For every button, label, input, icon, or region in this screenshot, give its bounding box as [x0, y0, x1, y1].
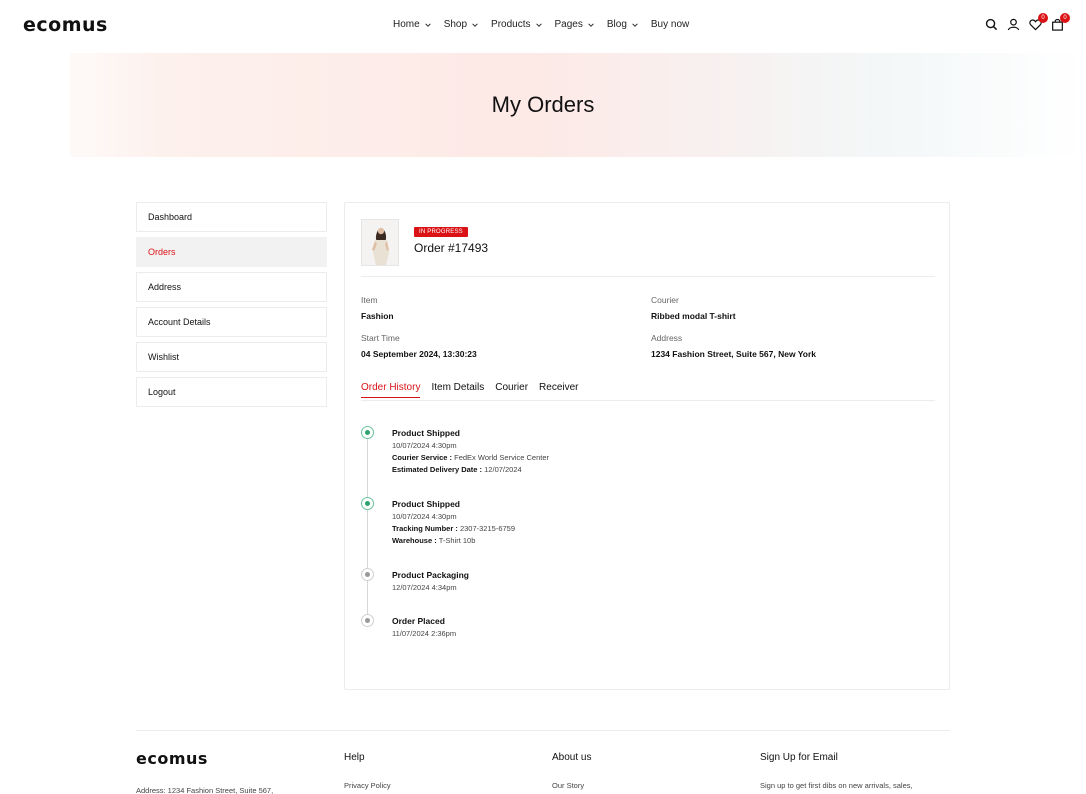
- item-value: Fashion: [361, 311, 394, 321]
- courier-label: Courier: [651, 295, 679, 305]
- nav-item-label: Products: [491, 19, 531, 30]
- start-time-value: 04 September 2024, 13:30:23: [361, 349, 477, 359]
- detail-label: Estimated Delivery Date :: [392, 465, 483, 474]
- footer-signup-text: Sign up to get first dibs on new arrival…: [760, 781, 913, 790]
- detail-value: 2307-3215-6759: [459, 524, 516, 533]
- nav-item-label: Shop: [443, 19, 468, 30]
- timeline-step-detail: Tracking Number : 2307-3215-6759: [392, 524, 515, 533]
- timeline-step-detail: Courier Service : FedEx World Service Ce…: [392, 453, 549, 462]
- detail-label: Courier Service :: [392, 453, 453, 462]
- chevron-down-icon: [632, 22, 638, 27]
- divider: [361, 400, 935, 401]
- chevron-down-icon: [535, 22, 542, 27]
- order-status-badge: IN PROGRESS: [414, 227, 468, 237]
- order-detail-card: IN PROGRESS Order #17493 Item Fashion Co…: [344, 202, 950, 690]
- item-label: Item: [361, 295, 378, 305]
- page-title: My Orders: [491, 92, 595, 117]
- order-number: Order #17493: [414, 241, 489, 255]
- timeline-step-detail: Estimated Delivery Date : 12/07/2024: [392, 465, 522, 474]
- timeline-step-time: 12/07/2024 4:34pm: [392, 583, 457, 592]
- footer-address: Address: 1234 Fashion Street, Suite 567,: [136, 786, 274, 794]
- timeline-step-title: Product Shipped: [392, 428, 460, 438]
- chevron-down-icon: [424, 22, 431, 27]
- timeline-step-time: 10/07/2024 4:30pm: [392, 441, 457, 450]
- footer-heading-about: About us: [552, 752, 592, 763]
- wishlist-heart-icon[interactable]: 0: [1029, 13, 1048, 31]
- detail-value: 12/07/2024: [484, 465, 522, 474]
- timeline-step-title: Product Packaging: [392, 570, 469, 580]
- sidebar-item-address[interactable]: Address: [136, 272, 327, 302]
- sidebar-item-dashboard[interactable]: Dashboard: [136, 202, 327, 232]
- chevron-down-icon: [588, 22, 594, 27]
- nav-item-label: Pages: [554, 19, 583, 30]
- timeline-dot-pending: [361, 568, 374, 581]
- header-icons: 0 0: [985, 13, 1070, 31]
- nav-item-pages[interactable]: Pages: [555, 19, 595, 30]
- nav-item-label: Buy now: [650, 19, 690, 30]
- user-icon[interactable]: [1007, 18, 1020, 31]
- footer-heading-help: Help: [344, 752, 365, 763]
- cart-bag-icon[interactable]: 0: [1051, 13, 1070, 31]
- detail-value: T-Shirt 10b: [438, 536, 476, 545]
- footer-divider: [136, 730, 950, 731]
- start-time-label: Start Time: [361, 333, 400, 343]
- address-label: Address: [651, 333, 683, 343]
- nav-item-label: Home: [393, 19, 420, 30]
- main-nav: Home Shop Products Pages Blog Buy now: [393, 19, 701, 30]
- site-header: ecomus Home Shop Products Pages Blog Buy…: [0, 0, 1086, 52]
- address-value: 1234 Fashion Street, Suite 567, New York: [651, 349, 817, 359]
- timeline-dot-done: [361, 426, 374, 439]
- sidebar-item-wishlist[interactable]: Wishlist: [136, 342, 327, 372]
- footer-link-our-story[interactable]: Our Story: [552, 781, 584, 790]
- timeline-step-time: 11/07/2024 2:36pm: [392, 629, 457, 638]
- sidebar-item-logout[interactable]: Logout: [136, 377, 327, 407]
- product-thumbnail[interactable]: [361, 219, 399, 266]
- timeline-step-title: Product Shipped: [392, 499, 460, 509]
- nav-item-buy-now[interactable]: Buy now: [651, 19, 689, 30]
- footer-heading-signup: Sign Up for Email: [760, 752, 838, 763]
- timeline-step-detail: Warehouse : T-Shirt 10b: [392, 536, 475, 545]
- nav-item-blog[interactable]: Blog: [607, 19, 639, 30]
- timeline-line: [367, 439, 368, 625]
- nav-item-label: Blog: [606, 19, 627, 30]
- tab-order-history[interactable]: Order History: [361, 382, 421, 398]
- footer-logo[interactable]: ecomus: [136, 749, 208, 768]
- detail-label: Warehouse :: [392, 536, 437, 545]
- nav-item-shop[interactable]: Shop: [444, 19, 479, 30]
- order-tabs: Order History Item Details Courier Recei…: [361, 382, 590, 398]
- cart-count-badge: 0: [1060, 13, 1070, 23]
- footer-link-privacy-policy[interactable]: Privacy Policy: [344, 781, 391, 790]
- sidebar-item-account-details[interactable]: Account Details: [136, 307, 327, 337]
- timeline-dot-pending: [361, 614, 374, 627]
- detail-value: FedEx World Service Center: [454, 453, 550, 462]
- search-icon[interactable]: [985, 18, 998, 31]
- nav-item-home[interactable]: Home: [393, 19, 432, 30]
- nav-item-products[interactable]: Products: [491, 19, 542, 30]
- timeline-dot-done: [361, 497, 374, 510]
- divider: [361, 276, 935, 277]
- tab-courier[interactable]: Courier: [495, 382, 528, 398]
- timeline-step-title: Order Placed: [392, 616, 445, 626]
- sidebar-item-orders[interactable]: Orders: [136, 237, 327, 267]
- courier-value: Ribbed modal T-shirt: [651, 311, 736, 321]
- detail-label: Tracking Number :: [392, 524, 458, 533]
- wishlist-count-badge: 0: [1038, 13, 1048, 23]
- tab-receiver[interactable]: Receiver: [539, 382, 578, 398]
- chevron-down-icon: [472, 22, 478, 27]
- timeline-step-time: 10/07/2024 4:30pm: [392, 512, 457, 521]
- brand-logo[interactable]: ecomus: [23, 14, 108, 36]
- tab-item-details[interactable]: Item Details: [431, 382, 484, 398]
